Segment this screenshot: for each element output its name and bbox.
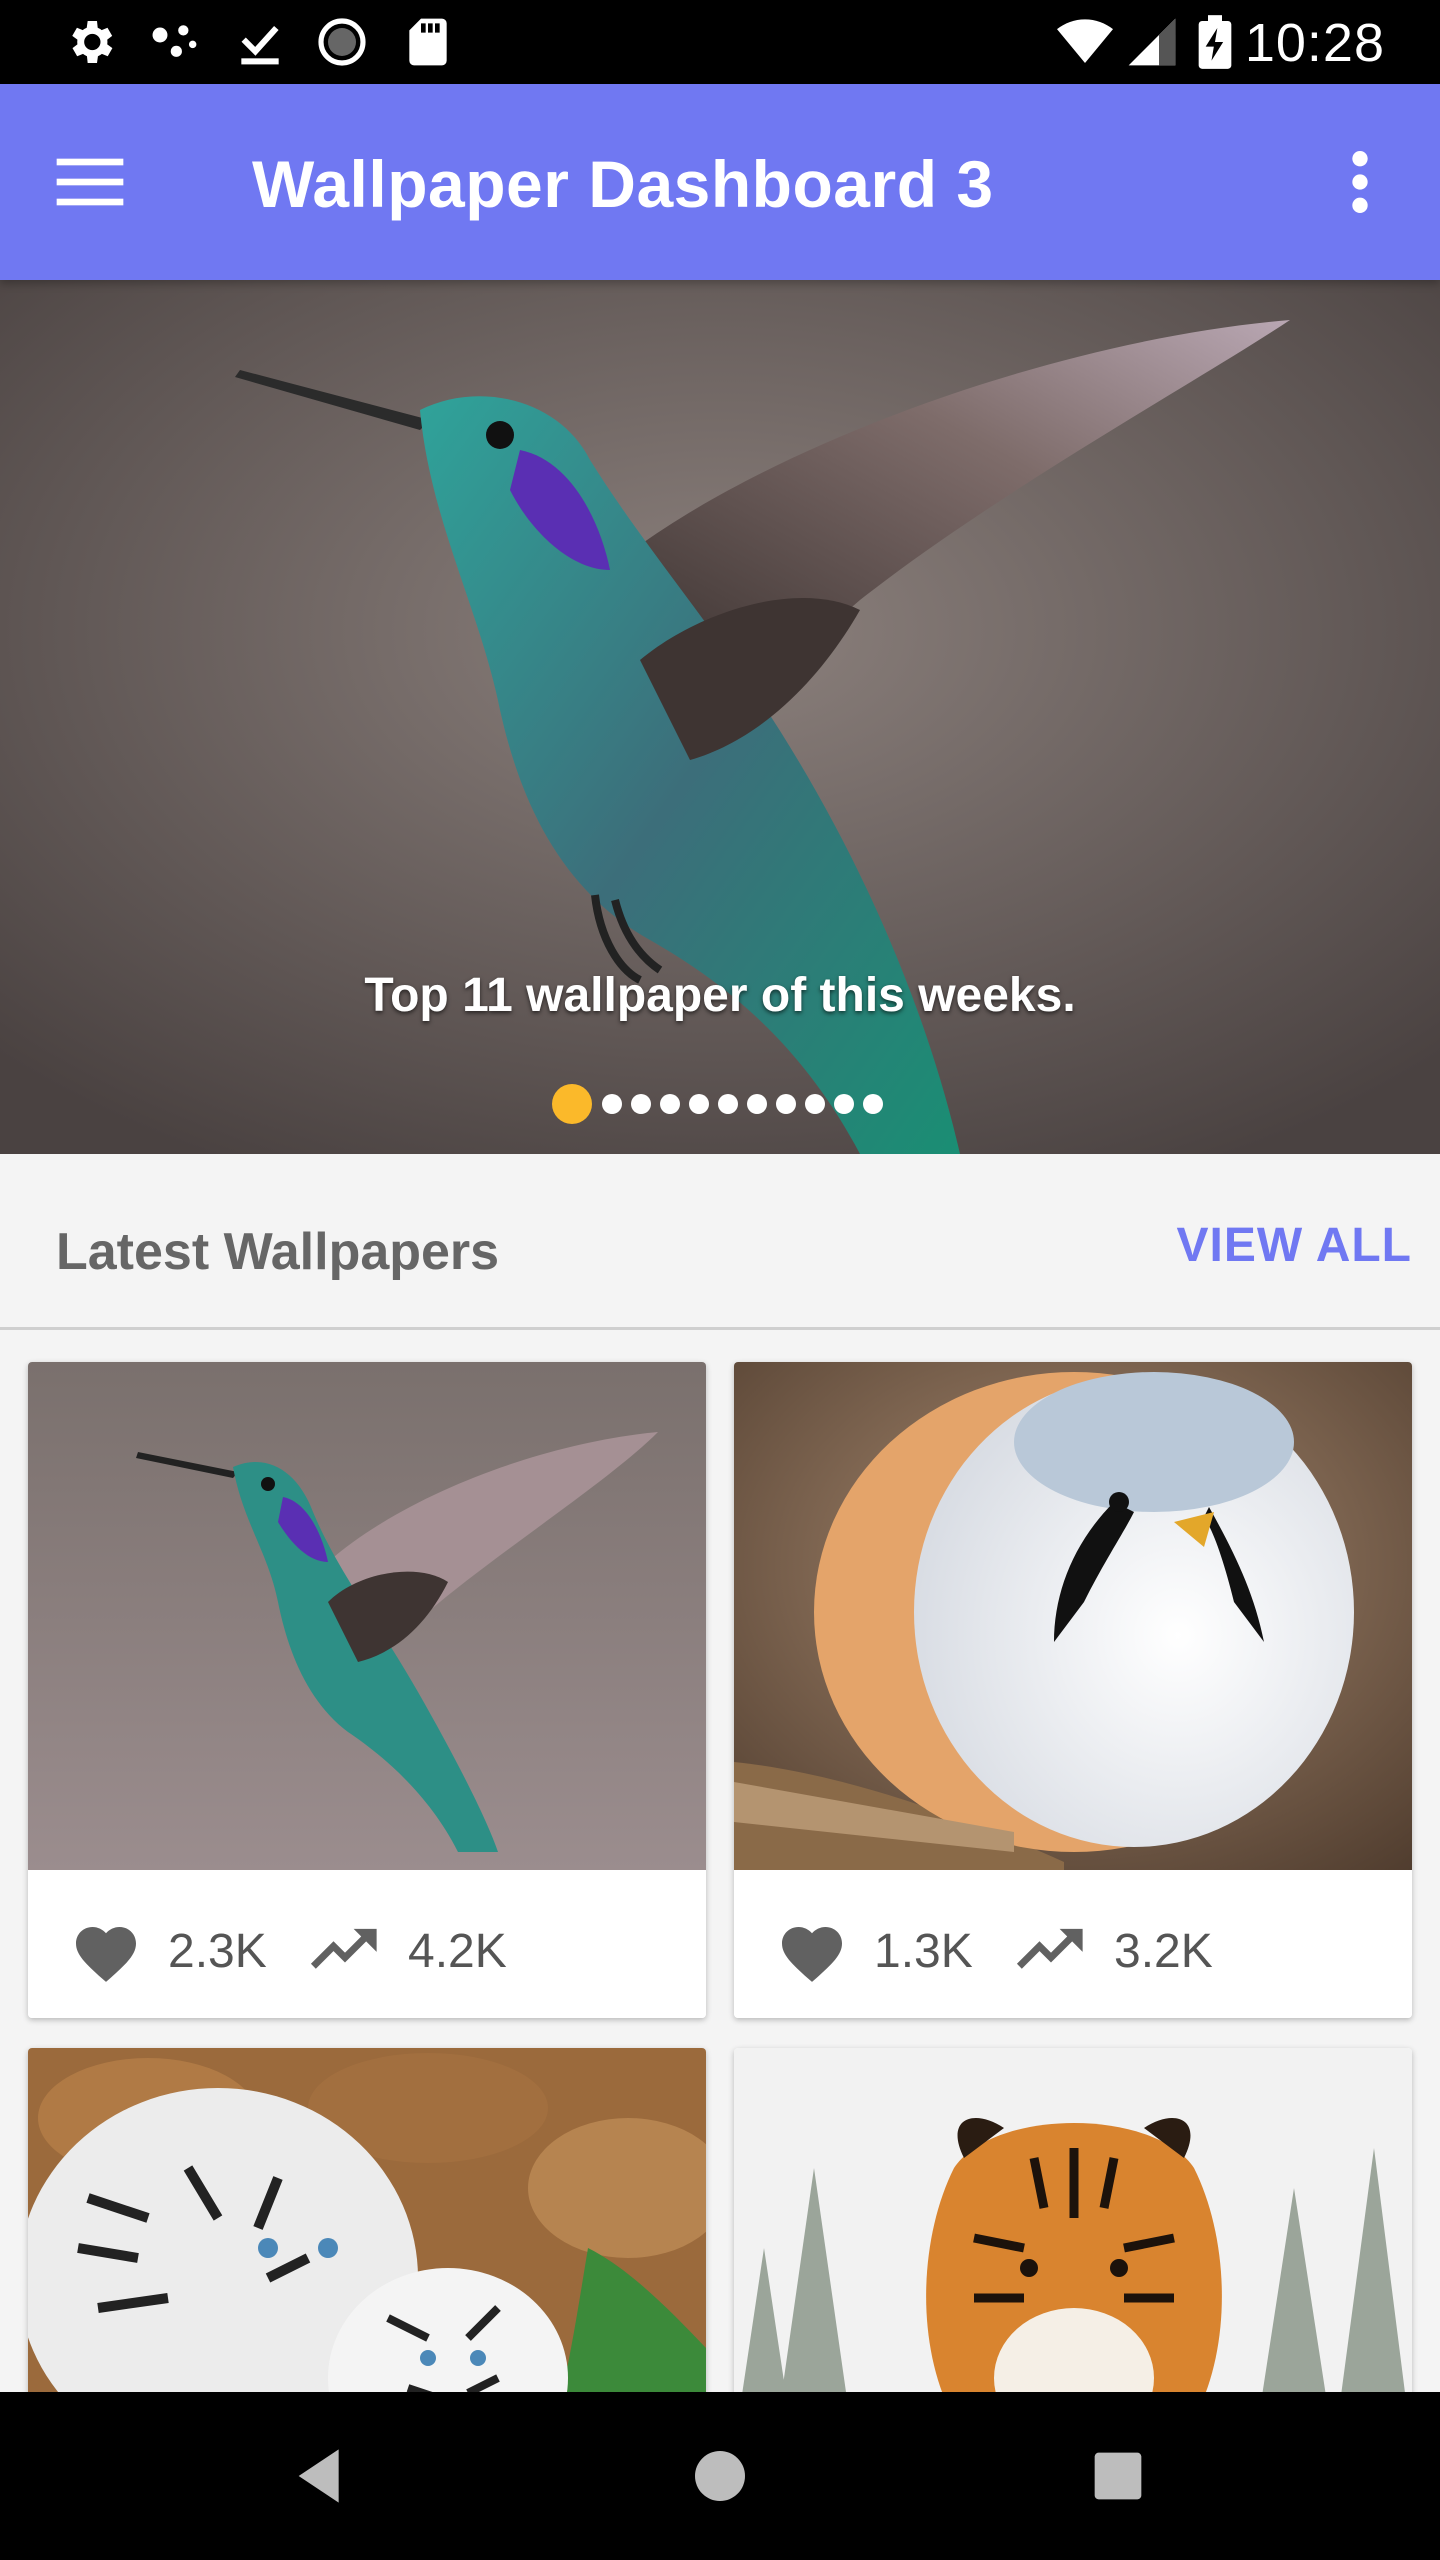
carousel-dot[interactable] <box>747 1094 767 1114</box>
wallpaper-card[interactable]: 2.3K 4.2K <box>28 1362 706 2018</box>
section-title: Latest Wallpapers <box>56 1223 500 1281</box>
status-bar: 10:28 <box>0 0 1440 84</box>
heart-icon[interactable] <box>70 1918 142 1984</box>
download-done-icon <box>241 25 279 65</box>
round-bird-thumbnail <box>734 1362 1412 1870</box>
signal-icon <box>1128 18 1176 66</box>
view-all-button[interactable]: VIEW ALL <box>1176 1218 1412 1273</box>
more-vert-icon[interactable] <box>1320 142 1400 222</box>
connection-dots-icon <box>152 25 197 57</box>
screen: 10:28 Wallpaper Dashboard 3 Top 11 wallp… <box>0 0 1440 2560</box>
carousel-dot[interactable] <box>776 1094 796 1114</box>
carousel-indicators <box>552 1082 892 1126</box>
app-title: Wallpaper Dashboard 3 <box>252 147 994 221</box>
trending-up-icon <box>310 1928 377 1969</box>
settings-icon <box>72 21 113 63</box>
wifi-icon <box>1057 19 1113 63</box>
views-count: 3.2K <box>1114 1925 1213 1978</box>
white-tigers-thumbnail <box>28 2048 706 2448</box>
card-stats: 2.3K 4.2K <box>28 1872 706 2018</box>
carousel-dot[interactable] <box>834 1094 854 1114</box>
sd-card-icon <box>409 18 447 66</box>
home-icon[interactable] <box>680 2436 760 2516</box>
carousel-dot[interactable] <box>863 1094 883 1114</box>
heart-icon[interactable] <box>776 1918 848 1984</box>
likes-count: 1.3K <box>874 1925 973 1978</box>
carousel-dot[interactable] <box>631 1094 651 1114</box>
carousel-dot[interactable] <box>660 1094 680 1114</box>
carousel-dot[interactable] <box>718 1094 738 1114</box>
trending-up-icon <box>1016 1928 1083 1969</box>
wallpaper-card[interactable]: 1.3K 3.2K <box>734 1362 1412 2018</box>
back-icon[interactable] <box>282 2436 362 2516</box>
app-bar: Wallpaper Dashboard 3 <box>0 84 1440 280</box>
tiger-snow-thumbnail <box>734 2048 1412 2448</box>
carousel-caption: Top 11 wallpaper of this weeks. <box>364 969 1076 1022</box>
latest-wallpapers-header: Latest Wallpapers VIEW ALL <box>0 1154 1440 1330</box>
likes-count: 2.3K <box>168 1925 267 1978</box>
carousel-dot[interactable] <box>552 1084 592 1124</box>
hummingbird-thumbnail <box>28 1362 706 1870</box>
card-stats: 1.3K 3.2K <box>734 1872 1412 2018</box>
loading-circle-icon <box>318 18 366 66</box>
wallpaper-card[interactable] <box>734 2048 1412 2448</box>
featured-carousel[interactable]: Top 11 wallpaper of this weeks. <box>0 280 1440 1154</box>
carousel-dot[interactable] <box>689 1094 709 1114</box>
views-count: 4.2K <box>408 1925 507 1978</box>
wallpaper-card[interactable] <box>28 2048 706 2448</box>
carousel-dot[interactable] <box>805 1094 825 1114</box>
battery-charging-icon <box>1198 15 1232 69</box>
menu-icon[interactable] <box>50 142 130 222</box>
carousel-dot[interactable] <box>602 1094 622 1114</box>
recents-icon[interactable] <box>1078 2436 1158 2516</box>
status-time: 10:28 <box>1244 13 1385 73</box>
system-nav-bar <box>0 2392 1440 2560</box>
